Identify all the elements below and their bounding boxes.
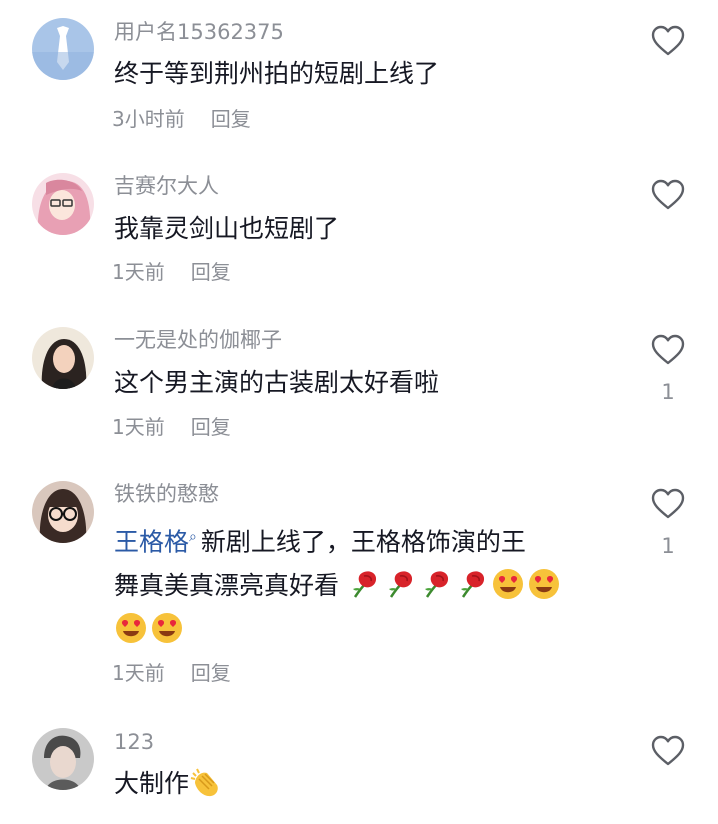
like-count: 1 bbox=[661, 534, 675, 558]
reply-button[interactable]: 回复 bbox=[211, 107, 251, 131]
boy-avatar-icon[interactable] bbox=[32, 728, 94, 790]
comment-meta: 1天前 回复 bbox=[112, 414, 231, 440]
like-heart-icon[interactable] bbox=[650, 24, 686, 58]
comment-text-line: 王格格⌕ 新剧上线了，王格格饰演的王 bbox=[114, 515, 624, 564]
comment-text: 大制作 bbox=[114, 762, 624, 806]
rose-emoji-icon bbox=[419, 567, 453, 601]
comment-meta: 3小时前 回复 bbox=[112, 106, 251, 132]
like-heart-icon[interactable] bbox=[650, 178, 686, 212]
comment-text-line bbox=[114, 608, 624, 652]
tie-avatar-icon[interactable] bbox=[32, 18, 94, 80]
comment-time: 1天前 bbox=[112, 260, 165, 284]
search-icon[interactable]: ⌕ bbox=[189, 529, 197, 545]
reply-button[interactable]: 回复 bbox=[191, 415, 231, 439]
like-heart-icon[interactable] bbox=[650, 333, 686, 367]
heart-eyes-emoji-icon bbox=[491, 567, 525, 601]
rose-emoji-icon bbox=[347, 567, 381, 601]
comment-time: 1天前 bbox=[112, 661, 165, 685]
glasses-avatar-icon[interactable] bbox=[32, 481, 94, 543]
heart-eyes-emoji-icon bbox=[150, 611, 184, 645]
clap-emoji-icon bbox=[189, 765, 223, 799]
comment-text: 我靠灵剑山也短剧了 bbox=[114, 214, 340, 243]
comment-username[interactable]: 铁铁的憨憨 bbox=[114, 480, 219, 508]
comment-text: 这个男主演的古装剧太好看啦 bbox=[114, 368, 440, 397]
comment-time: 1天前 bbox=[112, 415, 165, 439]
comment-text-fragment: 大制作 bbox=[114, 769, 190, 798]
heart-eyes-emoji-icon bbox=[114, 611, 148, 645]
mention-link[interactable]: 王格格 bbox=[114, 527, 189, 556]
comment-username[interactable]: 一无是处的伽椰子 bbox=[114, 326, 282, 354]
rose-emoji-icon bbox=[455, 567, 489, 601]
comment-username[interactable]: 吉赛尔大人 bbox=[114, 172, 219, 200]
comment-text-fragment: 新剧上线了，王格格饰演的王 bbox=[200, 527, 526, 557]
comment-time: 3小时前 bbox=[112, 107, 185, 131]
comment-text-fragment: 舞真美真漂亮真好看 bbox=[114, 571, 340, 601]
pink-hair-avatar-icon[interactable] bbox=[32, 173, 94, 235]
comment-username[interactable]: 用户名15362375 bbox=[114, 18, 284, 46]
comment-username[interactable]: 123 bbox=[114, 728, 154, 756]
rose-emoji-icon bbox=[383, 567, 417, 601]
like-heart-icon[interactable] bbox=[650, 487, 686, 521]
reply-button[interactable]: 回复 bbox=[191, 260, 231, 284]
comment-meta: 1天前 回复 bbox=[112, 660, 231, 686]
comment-text: 终于等到荆州拍的短剧上线了 bbox=[114, 59, 440, 88]
heart-eyes-emoji-icon bbox=[527, 567, 561, 601]
girl-avatar-icon[interactable] bbox=[32, 327, 94, 389]
comment-meta: 1天前 回复 bbox=[112, 259, 231, 285]
reply-button[interactable]: 回复 bbox=[191, 661, 231, 685]
like-count: 1 bbox=[661, 380, 675, 404]
comment-text-line: 舞真美真漂亮真好看 bbox=[114, 564, 624, 608]
comment-text: 王格格⌕ 新剧上线了，王格格饰演的王 舞真美真漂亮真好看 bbox=[114, 515, 624, 652]
like-heart-icon[interactable] bbox=[650, 734, 686, 768]
